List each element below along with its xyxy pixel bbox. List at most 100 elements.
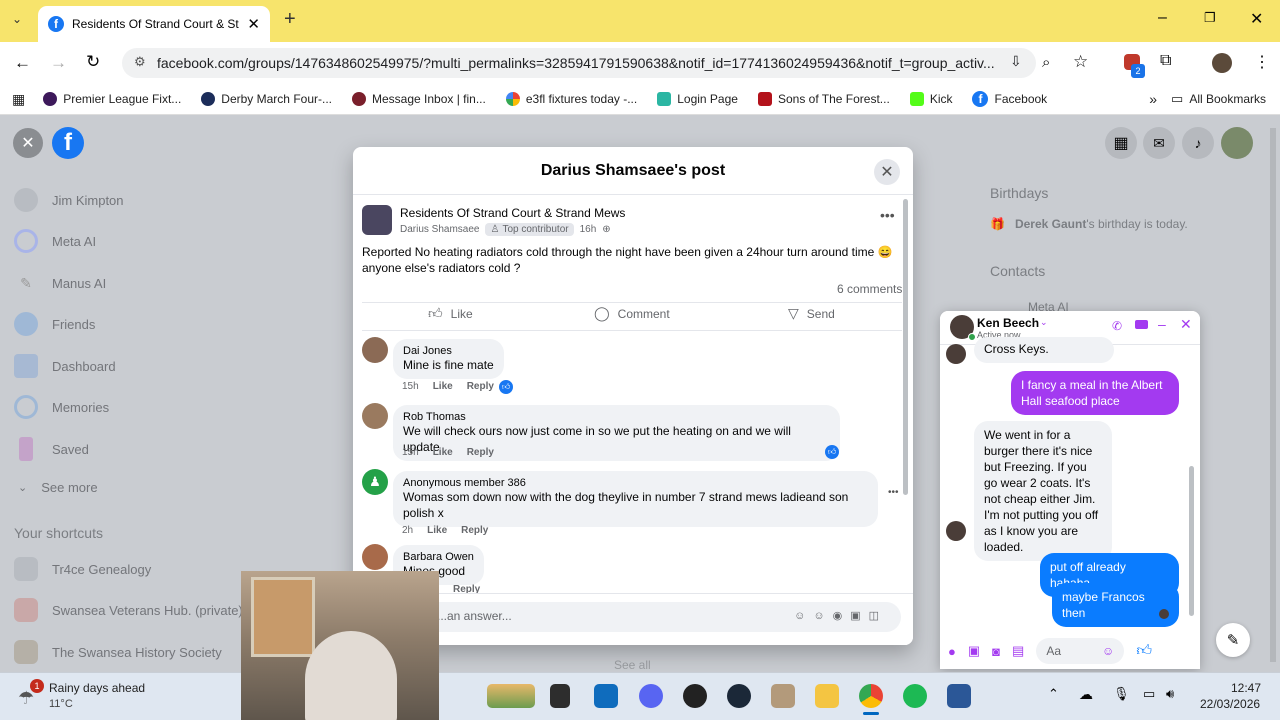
microphone-tray-icon[interactable]: 🎙︎ (1113, 686, 1130, 702)
comment-reply-button[interactable]: Reply (461, 525, 488, 536)
all-bookmarks[interactable]: ▭ All Bookmarks (1171, 91, 1266, 107)
clock-time[interactable]: 12:47 (1231, 681, 1261, 695)
commenter-avatar[interactable] (362, 544, 388, 570)
close-tab-icon[interactable]: ✕ (247, 15, 260, 33)
bookmark-kick[interactable]: Kick (909, 92, 952, 106)
emoji-icon[interactable]: ☺ (1102, 644, 1114, 658)
obs-icon[interactable] (683, 684, 707, 708)
onedrive-icon[interactable]: ☁ (1079, 686, 1093, 703)
restore-window-icon[interactable]: ❐ (1204, 10, 1216, 26)
game-app-icon[interactable] (771, 684, 795, 708)
menu-grid-icon[interactable]: ▦ (1105, 127, 1137, 159)
answer-input[interactable]: ...an answer... ☺☺◉▣◫ (423, 602, 901, 632)
comment-action-button[interactable]: ◯ Comment (594, 305, 670, 322)
commenter-name[interactable]: Dai Jones (403, 345, 494, 357)
comment-time[interactable]: 2h (402, 525, 413, 536)
sidebar-item-friends[interactable]: Friends (14, 312, 95, 336)
sidebar-item-memories[interactable]: Memories (14, 395, 109, 419)
shortcut-swansea-veterans[interactable]: Swansea Veterans Hub. (private) (14, 598, 243, 622)
shortcut-tr4ce[interactable]: Tr4ce Genealogy (14, 557, 151, 581)
landscape-app-icon[interactable] (487, 684, 535, 708)
page-scrollbar[interactable] (1270, 128, 1276, 662)
comment-reply-button[interactable]: Reply (467, 447, 494, 458)
clock-date[interactable]: 22/03/2026 (1200, 697, 1260, 711)
commenter-name[interactable]: Barbara Owen (403, 551, 474, 563)
discord-icon[interactable] (639, 684, 663, 708)
close-overlay-button[interactable]: ✕ (13, 128, 43, 158)
video-call-icon[interactable] (1135, 320, 1148, 329)
chevron-down-icon[interactable]: ⌄ (1040, 317, 1048, 328)
group-avatar[interactable] (362, 205, 392, 235)
like-reaction-icon[interactable]: 👍︎ (825, 445, 839, 459)
account-avatar[interactable] (1221, 127, 1253, 159)
comment-like-button[interactable]: Like (433, 381, 453, 392)
modal-scrollbar[interactable] (903, 199, 908, 495)
facebook-logo-icon[interactable]: f (52, 127, 84, 159)
more-bookmarks-icon[interactable]: » (1149, 91, 1157, 107)
comment-time[interactable]: 15h (402, 447, 419, 458)
sidebar-item-saved[interactable]: Saved (14, 437, 89, 461)
shortcut-swansea-history[interactable]: The Swansea History Society (14, 640, 222, 664)
sidebar-item-profile[interactable]: Jim Kimpton (14, 188, 124, 212)
minimize-chat-icon[interactable]: – (1158, 316, 1166, 332)
microphone-icon[interactable]: ● (948, 644, 956, 659)
extensions-puzzle-icon[interactable]: ⧉ (1160, 52, 1171, 70)
menu-kebab-icon[interactable]: ⋮ (1254, 52, 1270, 72)
see-all-link[interactable]: See all (614, 658, 651, 672)
sidebar-item-dashboard[interactable]: Dashboard (14, 354, 116, 378)
zoom-icon[interactable]: ⌕ (1042, 54, 1050, 71)
comment-reply-button[interactable]: Reply (467, 381, 494, 392)
close-chat-icon[interactable]: ✕ (1180, 316, 1192, 333)
profile-avatar[interactable] (1212, 53, 1232, 73)
volume-icon[interactable]: 🔊︎ (1166, 686, 1174, 702)
post-options-icon[interactable]: ••• (880, 207, 895, 223)
group-name[interactable]: Residents Of Strand Court & Strand Mews (400, 206, 625, 220)
like-action-button[interactable]: 👍︎ Like (428, 305, 473, 322)
bookmark-sons-forest[interactable]: Sons of The Forest... (757, 92, 890, 106)
close-window-icon[interactable]: ✕ (1250, 9, 1263, 29)
steam-icon[interactable] (727, 684, 751, 708)
sticker-icon[interactable]: ◙ (992, 644, 1000, 659)
message-input[interactable]: Aa ☺ (1036, 638, 1125, 664)
back-icon[interactable]: ← (14, 53, 31, 73)
comment-like-button[interactable]: Like (433, 447, 453, 458)
bookmark-e3fl[interactable]: e3fl fixtures today -... (505, 92, 637, 106)
network-icon[interactable]: ▭ (1143, 686, 1155, 702)
bookmark-message-inbox[interactable]: Message Inbox | fin... (352, 92, 486, 106)
see-more-button[interactable]: ⌄ See more (18, 480, 98, 495)
author-name[interactable]: Darius Shamsaee (400, 224, 479, 235)
image-icon[interactable]: ▣ (968, 643, 980, 659)
apps-grid-icon[interactable]: ▦ (12, 91, 25, 108)
site-info-icon[interactable]: ⚙ (134, 54, 146, 70)
bookmark-facebook[interactable]: f Facebook (972, 91, 1047, 107)
reload-icon[interactable]: ↻ (86, 52, 100, 72)
close-modal-button[interactable]: ✕ (874, 159, 900, 185)
commenter-name[interactable]: Anonymous member 386 (403, 477, 868, 489)
chrome-icon[interactable] (859, 684, 883, 708)
sidebar-item-manus-ai[interactable]: ✎ Manus AI (14, 271, 106, 295)
tray-chevron-up-icon[interactable]: ⌃ (1048, 686, 1059, 702)
comment-like-button[interactable]: Like (427, 525, 447, 536)
comments-count[interactable]: 6 comments (837, 282, 902, 296)
file-app-icon[interactable] (550, 684, 570, 708)
thumbs-up-icon[interactable]: 👍︎ (1136, 642, 1152, 660)
contact-name[interactable]: Ken Beech (977, 316, 1039, 330)
address-bar[interactable]: ⚙ facebook.com/groups/1476348602549975/?… (122, 48, 1036, 78)
post-time[interactable]: 16h (580, 224, 597, 235)
birthday-row[interactable]: 🎁 Derek Gaunt's birthday is today. (990, 217, 1188, 231)
gif-icon[interactable]: ▤ (1012, 643, 1024, 659)
forward-icon[interactable]: → (50, 53, 67, 73)
messenger-icon[interactable]: ✉ (1143, 127, 1175, 159)
file-explorer-icon[interactable] (815, 684, 839, 708)
outlook-icon[interactable] (594, 684, 618, 708)
bookmark-premier-league[interactable]: Premier League Fixt... (43, 92, 181, 106)
send-action-button[interactable]: ▽ Send (788, 305, 835, 322)
spotify-icon[interactable] (903, 684, 927, 708)
commenter-avatar[interactable] (362, 337, 388, 363)
tab-search-icon[interactable]: ⌄ (12, 12, 22, 26)
answer-tools-icons[interactable]: ☺☺◉▣◫ (794, 609, 887, 625)
notifications-bell-icon[interactable]: ♪ (1182, 127, 1214, 159)
like-reaction-icon[interactable]: 👍︎ (499, 380, 513, 394)
new-tab-icon[interactable]: + (284, 8, 296, 31)
chat-scrollbar[interactable] (1189, 466, 1194, 616)
